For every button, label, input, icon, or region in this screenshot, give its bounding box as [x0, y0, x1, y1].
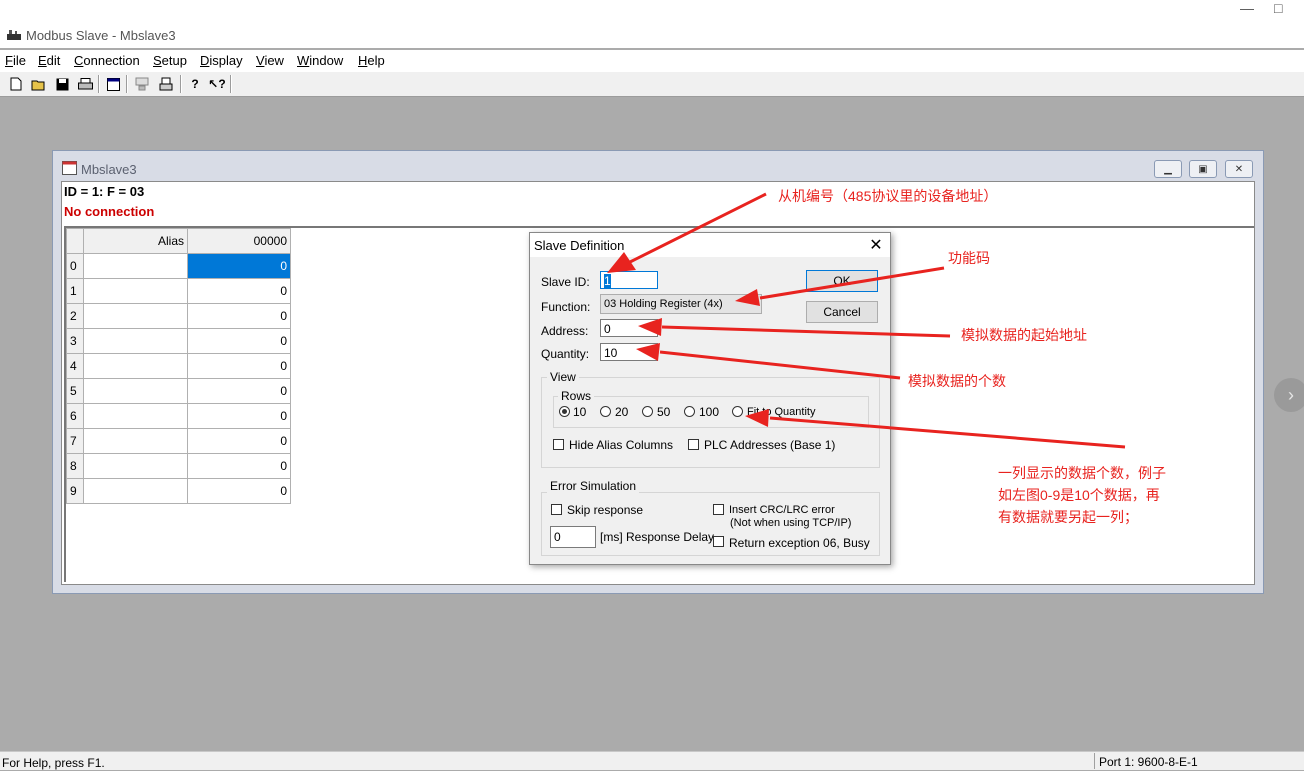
- annotation-slave-id: 从机编号（485协议里的设备地址）: [778, 188, 998, 204]
- annotation-address: 模拟数据的起始地址: [961, 327, 1087, 343]
- statusbar: For Help, press F1. Port 1: 9600-8-E-1: [0, 751, 1304, 770]
- annotation-quantity: 模拟数据的个数: [908, 373, 1006, 389]
- annotation-arrows: [607, 192, 1126, 449]
- status-port: Port 1: 9600-8-E-1: [1094, 753, 1304, 769]
- annotation-rows-line2: 如左图0-9是10个数据，再: [998, 487, 1160, 503]
- status-help-text: For Help, press F1.: [2, 756, 105, 770]
- arrow-function: [759, 266, 945, 300]
- arrow-quantity: [659, 350, 901, 380]
- arrow-rows: [769, 416, 1126, 449]
- annotation-function: 功能码: [948, 250, 990, 266]
- arrow-address: [661, 325, 951, 338]
- annotation-rows-line3: 有数据就要另起一列；: [998, 509, 1138, 525]
- arrow-slave-id: [629, 192, 767, 264]
- annotation-rows-line1: 一列显示的数据个数，例子: [998, 465, 1166, 481]
- next-arrow-icon[interactable]: ›: [1274, 378, 1304, 412]
